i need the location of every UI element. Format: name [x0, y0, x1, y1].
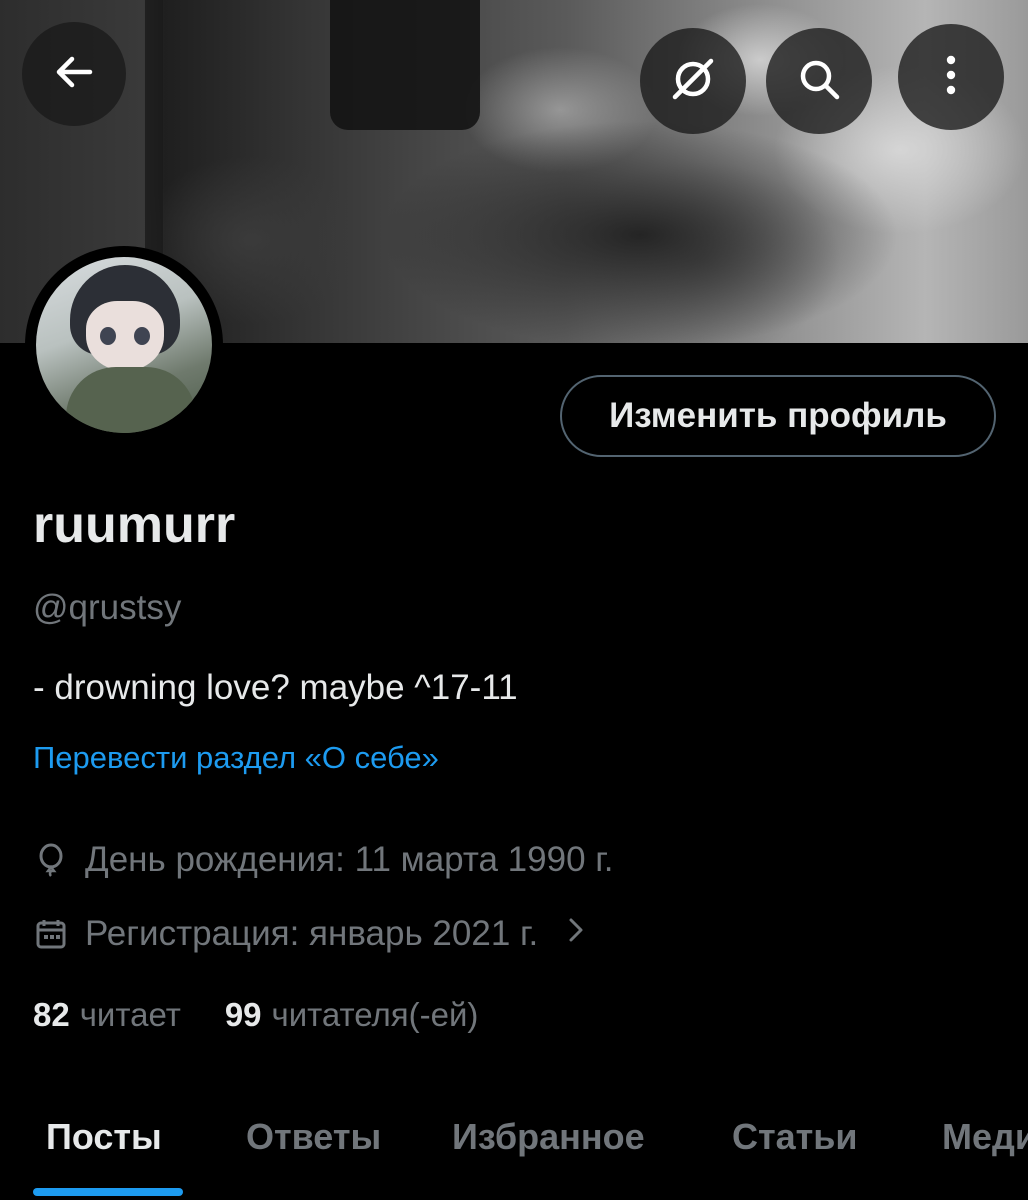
- profile-tabs: Посты Ответы Избранное Статьи Медиа: [0, 1100, 1028, 1200]
- tab-likes[interactable]: Избранное: [452, 1116, 645, 1158]
- joined-row[interactable]: Регистрация: январь 2021 г.: [33, 914, 586, 954]
- birthday-row: День рождения: 11 марта 1990 г.: [33, 840, 614, 880]
- birthday-text: День рождения: 11 марта 1990 г.: [85, 840, 614, 879]
- balloon-icon: [33, 842, 69, 878]
- grok-icon: [667, 53, 719, 110]
- follow-stats: 82 читает 99 читателя(-ей): [33, 996, 478, 1034]
- joined-text: Регистрация: январь 2021 г.: [85, 914, 539, 953]
- calendar-icon: [33, 916, 69, 952]
- followers-count: 99: [224, 996, 262, 1033]
- more-vertical-icon: [943, 51, 959, 104]
- banner-foliage-shape: [380, 120, 900, 343]
- avatar[interactable]: [25, 246, 223, 444]
- following-label: читает: [79, 996, 181, 1033]
- followers-link[interactable]: 99 читателя(-ей): [225, 996, 479, 1034]
- active-tab-indicator: [33, 1188, 183, 1196]
- tab-articles[interactable]: Статьи: [732, 1116, 858, 1158]
- chevron-right-icon: [566, 914, 586, 954]
- avatar-image: [36, 257, 212, 433]
- followers-label: читателя(-ей): [271, 996, 479, 1033]
- arrow-left-icon: [50, 48, 98, 101]
- tab-posts[interactable]: Посты: [46, 1116, 162, 1158]
- tab-replies[interactable]: Ответы: [246, 1116, 381, 1158]
- following-count: 82: [33, 996, 70, 1033]
- handle: @qrustsy: [33, 588, 182, 627]
- search-button[interactable]: [766, 28, 872, 134]
- translate-bio-link[interactable]: Перевести раздел «О себе»: [33, 740, 439, 776]
- banner-dark-shape: [330, 0, 480, 130]
- bio: - drowning love? maybe ^17-11: [33, 668, 518, 707]
- tab-media[interactable]: Медиа: [942, 1116, 1028, 1158]
- grok-button[interactable]: [640, 28, 746, 134]
- edit-profile-button[interactable]: Изменить профиль: [560, 375, 996, 457]
- display-name: ruumurr: [33, 496, 236, 554]
- following-link[interactable]: 82 читает: [33, 996, 181, 1034]
- back-button[interactable]: [22, 22, 126, 126]
- more-button[interactable]: [898, 24, 1004, 130]
- search-icon: [795, 55, 843, 108]
